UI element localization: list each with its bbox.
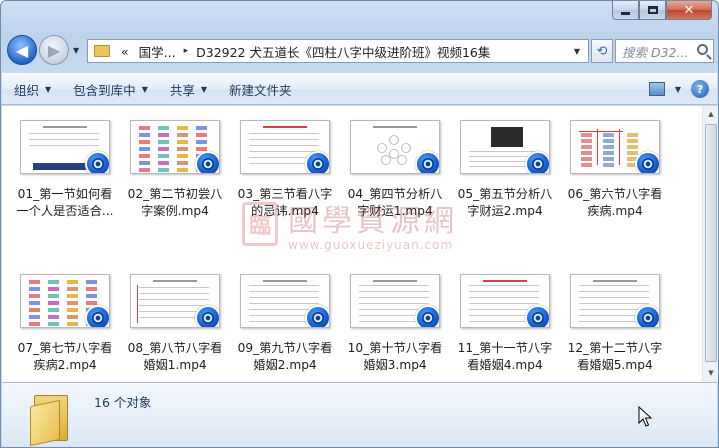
- video-thumbnail: [570, 274, 660, 328]
- media-player-icon: [415, 151, 439, 173]
- chevron-down-icon: ▼: [141, 84, 148, 94]
- file-name: 02_第二节初尝八字案例.mp4: [127, 187, 223, 218]
- file-name: 07_第七节八字看疾病2.mp4: [17, 341, 113, 372]
- video-thumbnail: [130, 274, 220, 328]
- file-name: 06_第六节八字看疾病.mp4: [567, 187, 663, 218]
- scroll-up-icon[interactable]: ▲: [704, 107, 718, 122]
- media-player-icon: [85, 305, 109, 327]
- file-name: 08_第八节八字看婚姻1.mp4: [127, 341, 223, 372]
- video-thumbnail: [240, 274, 330, 328]
- file-item[interactable]: 05_第五节分析八字财运2.mp4: [453, 120, 557, 220]
- file-name: 10_第十节八字看婚姻3.mp4: [347, 341, 443, 372]
- media-player-icon: [305, 151, 329, 173]
- caption-buttons: ✕: [612, 1, 712, 21]
- back-arrow-icon: ◀: [15, 40, 29, 60]
- minimize-icon: [621, 11, 630, 15]
- recent-pages-dropdown[interactable]: ▼: [73, 46, 79, 55]
- video-thumbnail: [20, 120, 110, 174]
- details-pane: 16 个对象: [2, 382, 717, 447]
- item-count: 16 个对象: [94, 395, 152, 410]
- video-thumbnail: [130, 120, 220, 174]
- refresh-button[interactable]: ⟲: [591, 39, 613, 63]
- file-item[interactable]: 01_第一节如何看一个人是否适合...: [13, 120, 117, 220]
- file-item[interactable]: 11_第十一节八字看婚姻4.mp4: [453, 274, 557, 374]
- navigation-bar: ◀ ▶ ▼ « 国学... ▸ D32922 犬五道长《四柱八字中级进阶班》视频…: [7, 34, 714, 68]
- video-thumbnail: [350, 274, 440, 328]
- media-player-icon: [305, 305, 329, 327]
- share-label: 共享: [169, 82, 195, 98]
- change-view-icon[interactable]: [648, 82, 665, 96]
- file-item[interactable]: 08_第八节八字看婚姻1.mp4: [123, 274, 227, 374]
- media-player-icon: [635, 151, 659, 173]
- back-button[interactable]: ◀: [7, 35, 37, 65]
- file-name: 12_第十二节八字看婚姻5.mp4: [567, 341, 663, 372]
- breadcrumb-item-guoxue[interactable]: 国学...: [139, 42, 176, 61]
- file-item[interactable]: 10_第十节八字看婚姻3.mp4: [343, 274, 447, 374]
- chevron-down-icon: ▼: [200, 84, 208, 94]
- forward-button[interactable]: ▶: [39, 35, 69, 65]
- maximize-button[interactable]: [639, 1, 666, 20]
- video-thumbnail: [460, 120, 550, 174]
- view-options-dropdown[interactable]: ▼: [675, 85, 681, 94]
- folder-icon: [94, 45, 110, 57]
- organize-menu[interactable]: 组织 ▼: [14, 80, 51, 99]
- file-name: 03_第三节看八字的忌讳.mp4: [237, 187, 333, 218]
- file-item[interactable]: 06_第六节八字看疾病.mp4: [563, 120, 667, 220]
- media-player-icon: [195, 305, 219, 327]
- file-list: 01_第一节如何看一个人是否适合... 02_第二节初尝八字案例.mp4 03_第三…: [2, 106, 702, 382]
- explorer-window: ✕ ◀ ▶ ▼ « 国学... ▸ D32922 犬五道长《四柱八字中级进阶班》…: [0, 0, 719, 448]
- breadcrumb-overflow[interactable]: «: [121, 44, 129, 59]
- media-player-icon: [195, 151, 219, 173]
- media-player-icon: [415, 305, 439, 327]
- help-icon[interactable]: ?: [691, 80, 709, 98]
- maximize-icon: [647, 6, 658, 14]
- video-thumbnail: [20, 274, 110, 328]
- search-input[interactable]: 搜索 D32...: [615, 39, 714, 63]
- file-item[interactable]: 12_第十二节八字看婚姻5.mp4: [563, 274, 667, 374]
- scroll-down-icon[interactable]: ▼: [704, 366, 718, 381]
- new-folder-label: 新建文件夹: [229, 82, 292, 98]
- forward-arrow-icon: ▶: [47, 40, 61, 60]
- video-thumbnail: [350, 120, 440, 174]
- address-bar[interactable]: « 国学... ▸ D32922 犬五道长《四柱八字中级进阶班》视频16集 ▼: [87, 39, 589, 63]
- file-item[interactable]: 07_第七节八字看疾病2.mp4: [13, 274, 117, 374]
- command-bar-right: ▼ ?: [648, 80, 709, 98]
- new-folder-button[interactable]: 新建文件夹: [229, 80, 292, 99]
- file-item[interactable]: 03_第三节看八字的忌讳.mp4: [233, 120, 337, 220]
- address-dropdown-icon[interactable]: ▼: [574, 47, 580, 56]
- include-in-library-label: 包含到库中: [73, 82, 136, 98]
- command-bar: 组织 ▼ 包含到库中 ▼ 共享 ▼ 新建文件夹 ▼ ?: [2, 73, 717, 105]
- media-player-icon: [85, 151, 109, 173]
- share-menu[interactable]: 共享 ▼: [170, 80, 207, 99]
- media-player-icon: [525, 151, 549, 173]
- folder-large-icon: [30, 389, 72, 447]
- breadcrumb-separator-icon[interactable]: ▸: [184, 46, 189, 56]
- search-placeholder: 搜索 D32...: [622, 44, 689, 60]
- organize-label: 组织: [14, 82, 40, 98]
- video-thumbnail: [240, 120, 330, 174]
- include-in-library-menu[interactable]: 包含到库中 ▼: [73, 80, 148, 99]
- file-name: 09_第九节八字看婚姻2.mp4: [237, 341, 333, 372]
- minimize-button[interactable]: [612, 1, 639, 20]
- file-item[interactable]: 04_第四节分析八字财运1.mp4: [343, 120, 447, 220]
- chevron-down-icon: ▼: [45, 84, 52, 94]
- file-item[interactable]: 02_第二节初尝八字案例.mp4: [123, 120, 227, 220]
- media-player-icon: [635, 305, 659, 327]
- vertical-scrollbar[interactable]: ▲ ▼: [702, 106, 718, 382]
- file-name: 04_第四节分析八字财运1.mp4: [347, 187, 443, 218]
- video-thumbnail: [570, 120, 660, 174]
- scroll-thumb[interactable]: [705, 124, 717, 362]
- refresh-icon: ⟲: [596, 43, 608, 59]
- breadcrumb-item-current[interactable]: D32922 犬五道长《四柱八字中级进阶班》视频16集: [196, 42, 490, 61]
- search-icon: [697, 44, 708, 55]
- file-item[interactable]: 09_第九节八字看婚姻2.mp4: [233, 274, 337, 374]
- file-name: 01_第一节如何看一个人是否适合...: [16, 187, 114, 218]
- video-thumbnail: [460, 274, 550, 328]
- file-name: 11_第十一节八字看婚姻4.mp4: [457, 341, 553, 372]
- close-button[interactable]: ✕: [666, 1, 712, 20]
- file-name: 05_第五节分析八字财运2.mp4: [457, 187, 553, 218]
- media-player-icon: [525, 305, 549, 327]
